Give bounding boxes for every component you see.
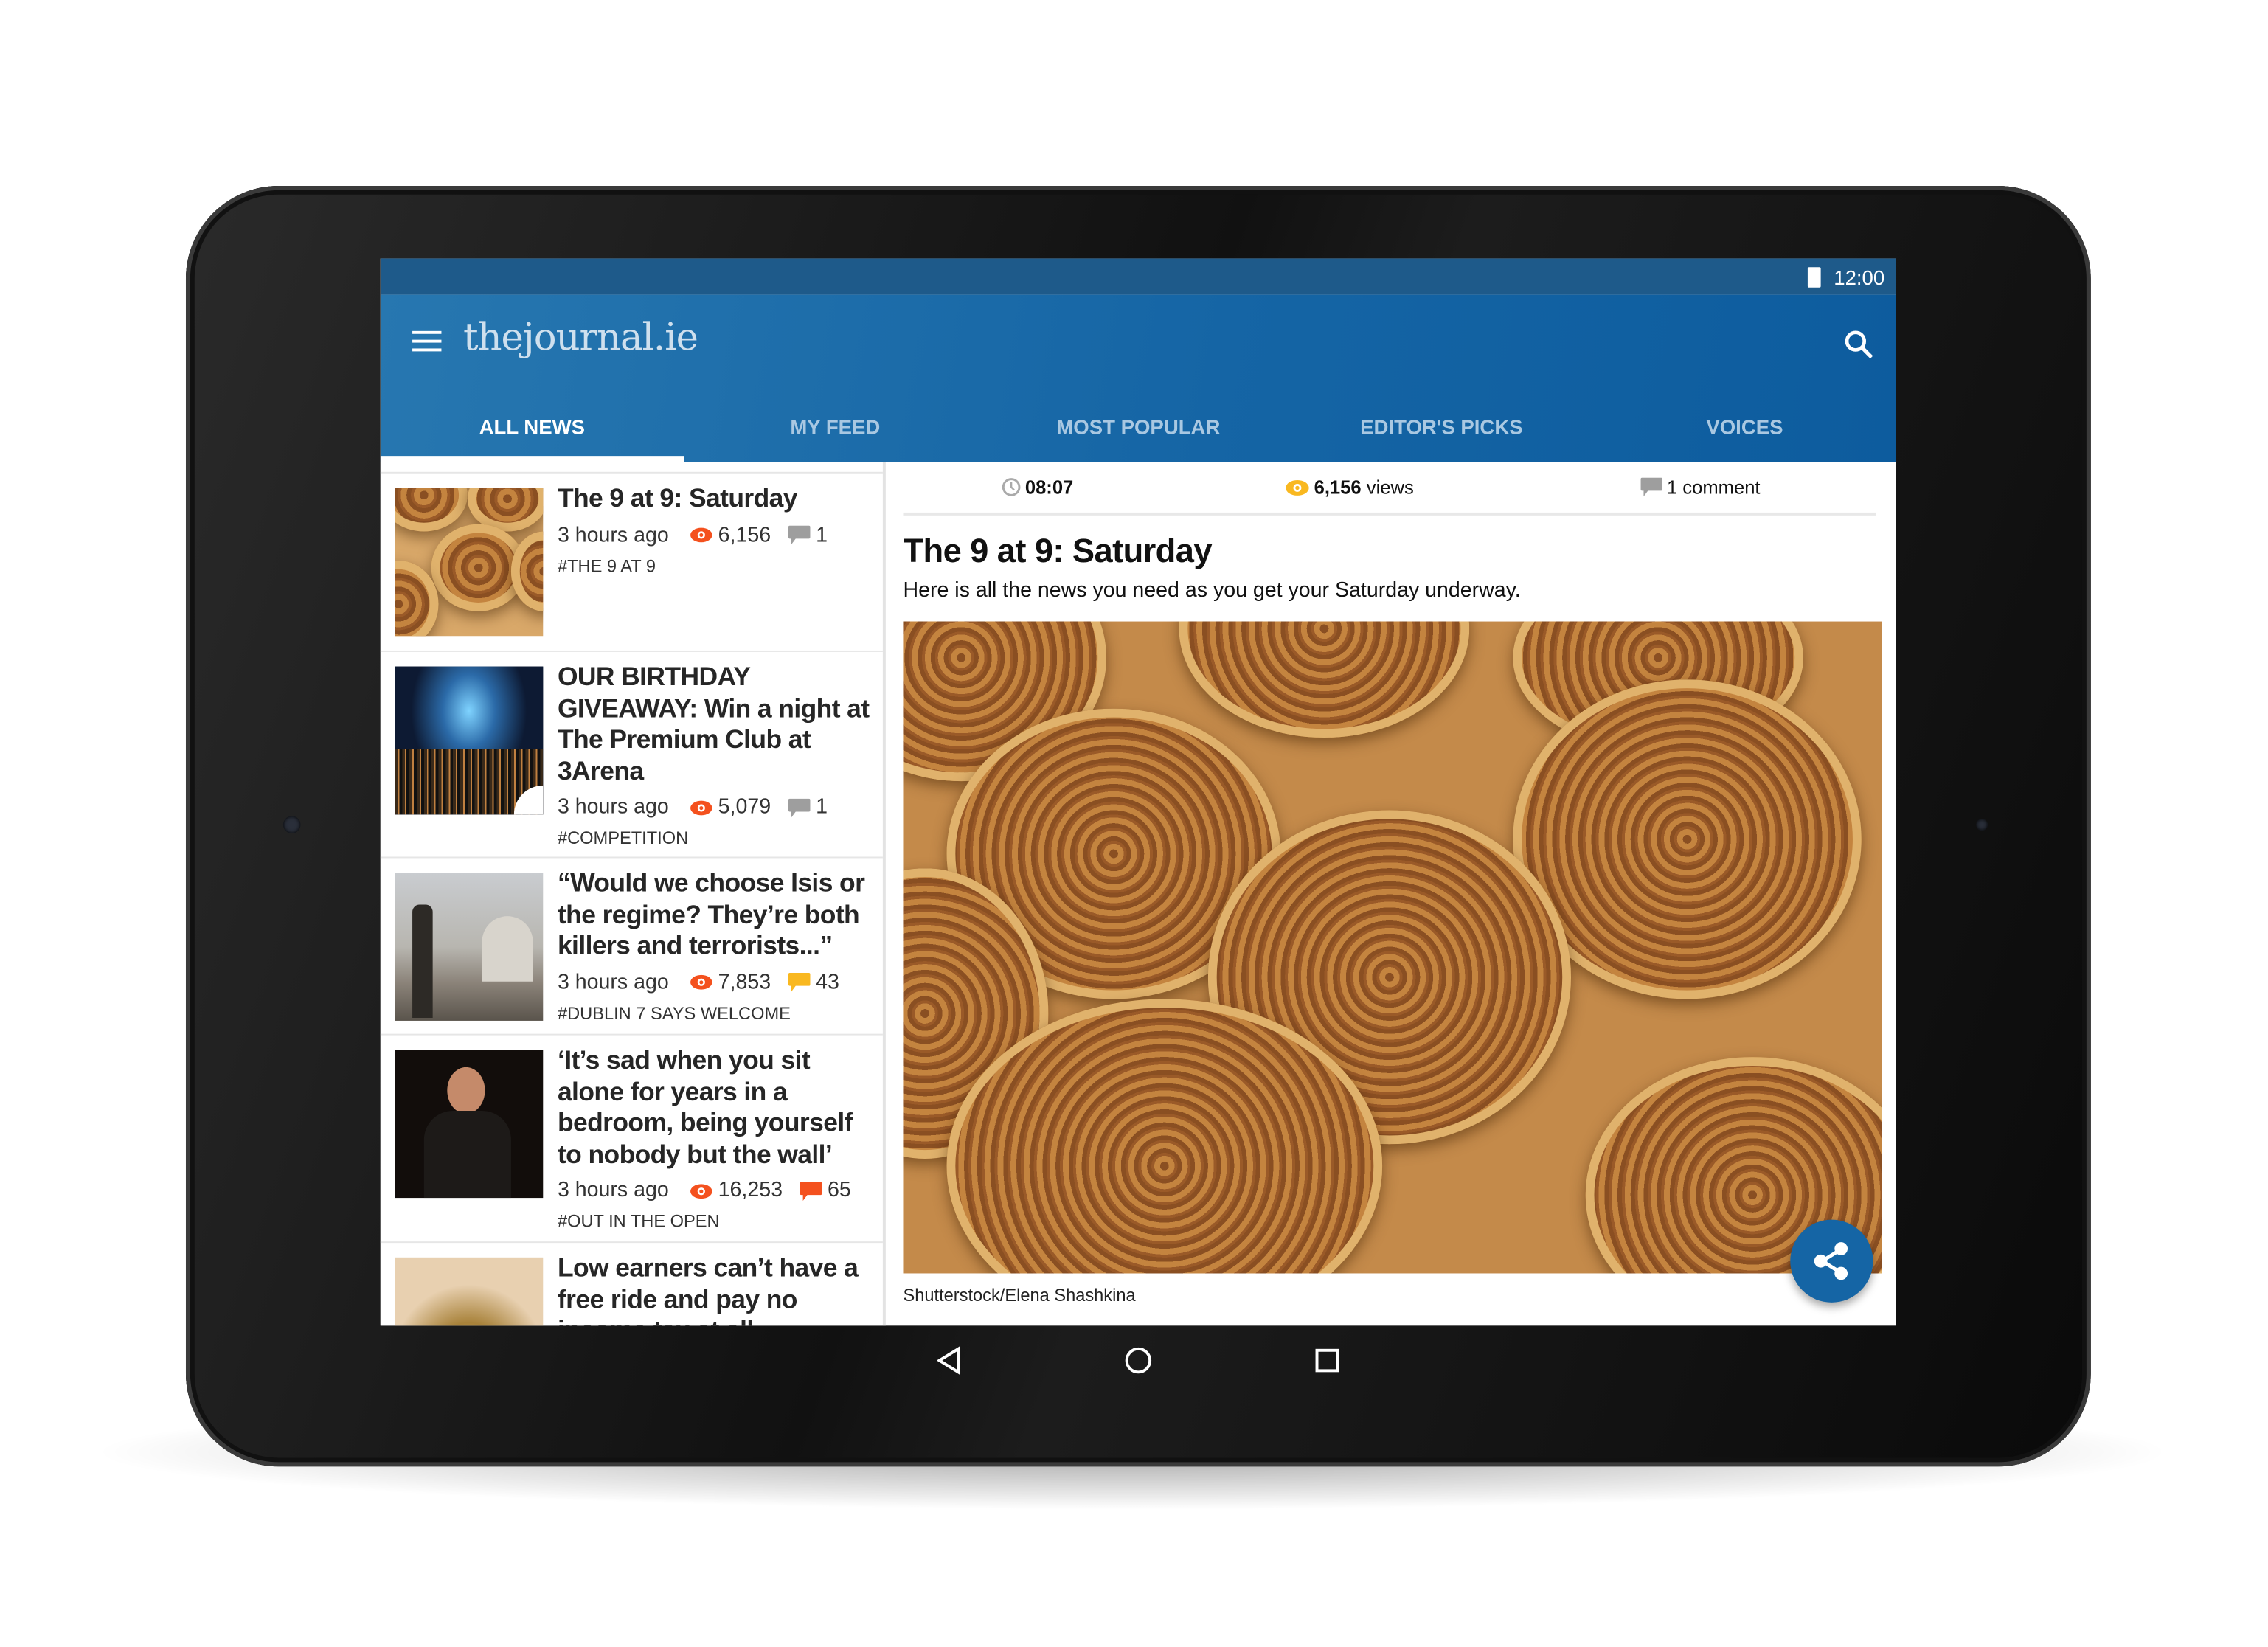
article-comments[interactable]: 1 comment [1667, 476, 1761, 499]
article-comments: 1 [816, 523, 828, 547]
article-views: 5,079 [718, 795, 771, 819]
article-time: 3 hours ago [557, 971, 669, 994]
android-nav-bar [381, 1325, 1896, 1395]
list-item[interactable]: The 9 at 9: Saturday 3 hours ago 6,156 1… [380, 471, 883, 651]
article-title: Low earners can’t have a free ride and p… [557, 1252, 859, 1325]
article-tag[interactable]: #DUBLIN 7 SAYS WELCOME [558, 1002, 871, 1023]
article-tag[interactable]: #THE 9 AT 9 [558, 555, 871, 576]
share-button[interactable] [1790, 1219, 1873, 1303]
article-views: 6,156 [1314, 476, 1362, 499]
list-item[interactable]: “Would we choose Isis or the regime? The… [380, 856, 883, 1033]
article-thumbnail [395, 488, 544, 637]
article-views: 6,156 [718, 523, 771, 547]
eye-icon [690, 1183, 712, 1199]
eye-icon [690, 974, 712, 990]
back-icon[interactable] [932, 1343, 967, 1378]
article-hero-image [903, 621, 1882, 1274]
share-icon [1814, 1242, 1848, 1280]
eye-icon [690, 527, 712, 543]
tab-all-news[interactable]: ALL NEWS [380, 392, 684, 462]
article-subtitle: Here is all the news you need as you get… [903, 579, 1521, 603]
tab-voices[interactable]: VOICES [1593, 392, 1896, 462]
status-time: 12:00 [1834, 266, 1885, 289]
article-time: 3 hours ago [557, 523, 669, 547]
sensor-icon [1976, 819, 1988, 831]
tab-editors-picks[interactable]: EDITOR'S PICKS [1290, 392, 1593, 462]
article-time: 08:07 [1024, 476, 1074, 499]
article-title: “Would we choose Isis or the regime? The… [557, 868, 865, 960]
screen: 12:00 thejournal.ie ALL NEWS MY FEED MOS… [380, 258, 1896, 1326]
article-comments: 1 [816, 795, 828, 819]
article-time: 3 hours ago [557, 795, 669, 819]
comment-bubble-icon [1640, 477, 1663, 497]
tab-most-popular[interactable]: MOST POPULAR [987, 392, 1290, 462]
search-icon[interactable] [1841, 327, 1876, 361]
article-tag[interactable]: #COMPETITION [558, 828, 871, 848]
article-thumbnail [395, 873, 544, 1021]
clock-icon [1002, 478, 1021, 496]
app-bar: thejournal.ie ALL NEWS MY FEED MOST POPU… [380, 294, 1896, 462]
image-caption: Shutterstock/Elena Shashkina [903, 1285, 1136, 1306]
list-item[interactable]: Low earners can’t have a free ride and p… [380, 1241, 883, 1326]
list-item[interactable]: ‘It’s sad when you sit alone for years i… [380, 1033, 883, 1242]
article-thumbnail [395, 1257, 544, 1326]
logo: thejournal.ie [462, 316, 698, 361]
hamburger-icon[interactable] [412, 330, 442, 352]
article-tag[interactable]: #OUT IN THE OPEN [558, 1211, 871, 1232]
article-views: 7,853 [718, 971, 771, 994]
home-icon[interactable] [1121, 1343, 1156, 1378]
comment-bubble-icon [788, 972, 811, 992]
article-title: OUR BIRTHDAY GIVEAWAY: Win a night at Th… [557, 662, 870, 786]
article-title: The 9 at 9: Saturday [557, 483, 798, 513]
article-list: The 9 at 9: Saturday 3 hours ago 6,156 1… [380, 462, 886, 1326]
comment-bubble-icon [788, 525, 811, 545]
article-meta: 08:07 6,156 views 1 comment [903, 462, 1876, 516]
views-label: views [1366, 476, 1414, 499]
list-item[interactable]: OUR BIRTHDAY GIVEAWAY: Win a night at Th… [380, 650, 883, 857]
article-comments: 65 [828, 1179, 851, 1203]
comment-bubble-icon [788, 797, 811, 817]
eye-icon [690, 800, 712, 815]
article-title: ‘It’s sad when you sit alone for years i… [557, 1045, 853, 1168]
article-thumbnail [395, 666, 544, 815]
battery-icon [1807, 267, 1821, 288]
status-bar: 12:00 [380, 258, 1896, 295]
article-headline: The 9 at 9: Saturday [903, 531, 1212, 569]
tab-my-feed[interactable]: MY FEED [684, 392, 987, 462]
article-thumbnail [395, 1050, 544, 1199]
article-comments: 43 [816, 971, 839, 994]
article-detail: 08:07 6,156 views 1 comment The 9 at 9: … [889, 462, 1896, 1325]
tab-bar: ALL NEWS MY FEED MOST POPULAR EDITOR'S P… [380, 392, 1896, 462]
article-views: 16,253 [718, 1179, 783, 1203]
comment-bubble-icon [800, 1181, 822, 1201]
recents-icon[interactable] [1310, 1343, 1345, 1378]
eye-icon [1286, 479, 1309, 495]
article-time: 3 hours ago [557, 1179, 669, 1203]
camera-icon [282, 816, 301, 833]
